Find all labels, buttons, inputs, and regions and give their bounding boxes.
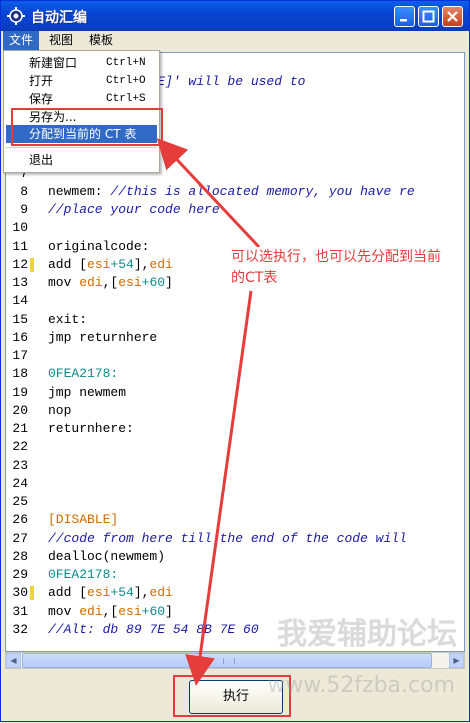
auto-assemble-window: 自动汇编 文件 视图 模板 12re to '[DISABLE]' will b… bbox=[0, 0, 470, 722]
annotation-text: 可以选执行，也可以先分配到当前的CT表 bbox=[231, 247, 451, 289]
watermark-text: 我爱辅助论坛 bbox=[277, 617, 457, 652]
watermark-url: www.52fzba.com bbox=[267, 673, 455, 698]
arrow-to-execute-button bbox=[185, 290, 253, 686]
arrow-to-menu-item bbox=[156, 138, 261, 249]
